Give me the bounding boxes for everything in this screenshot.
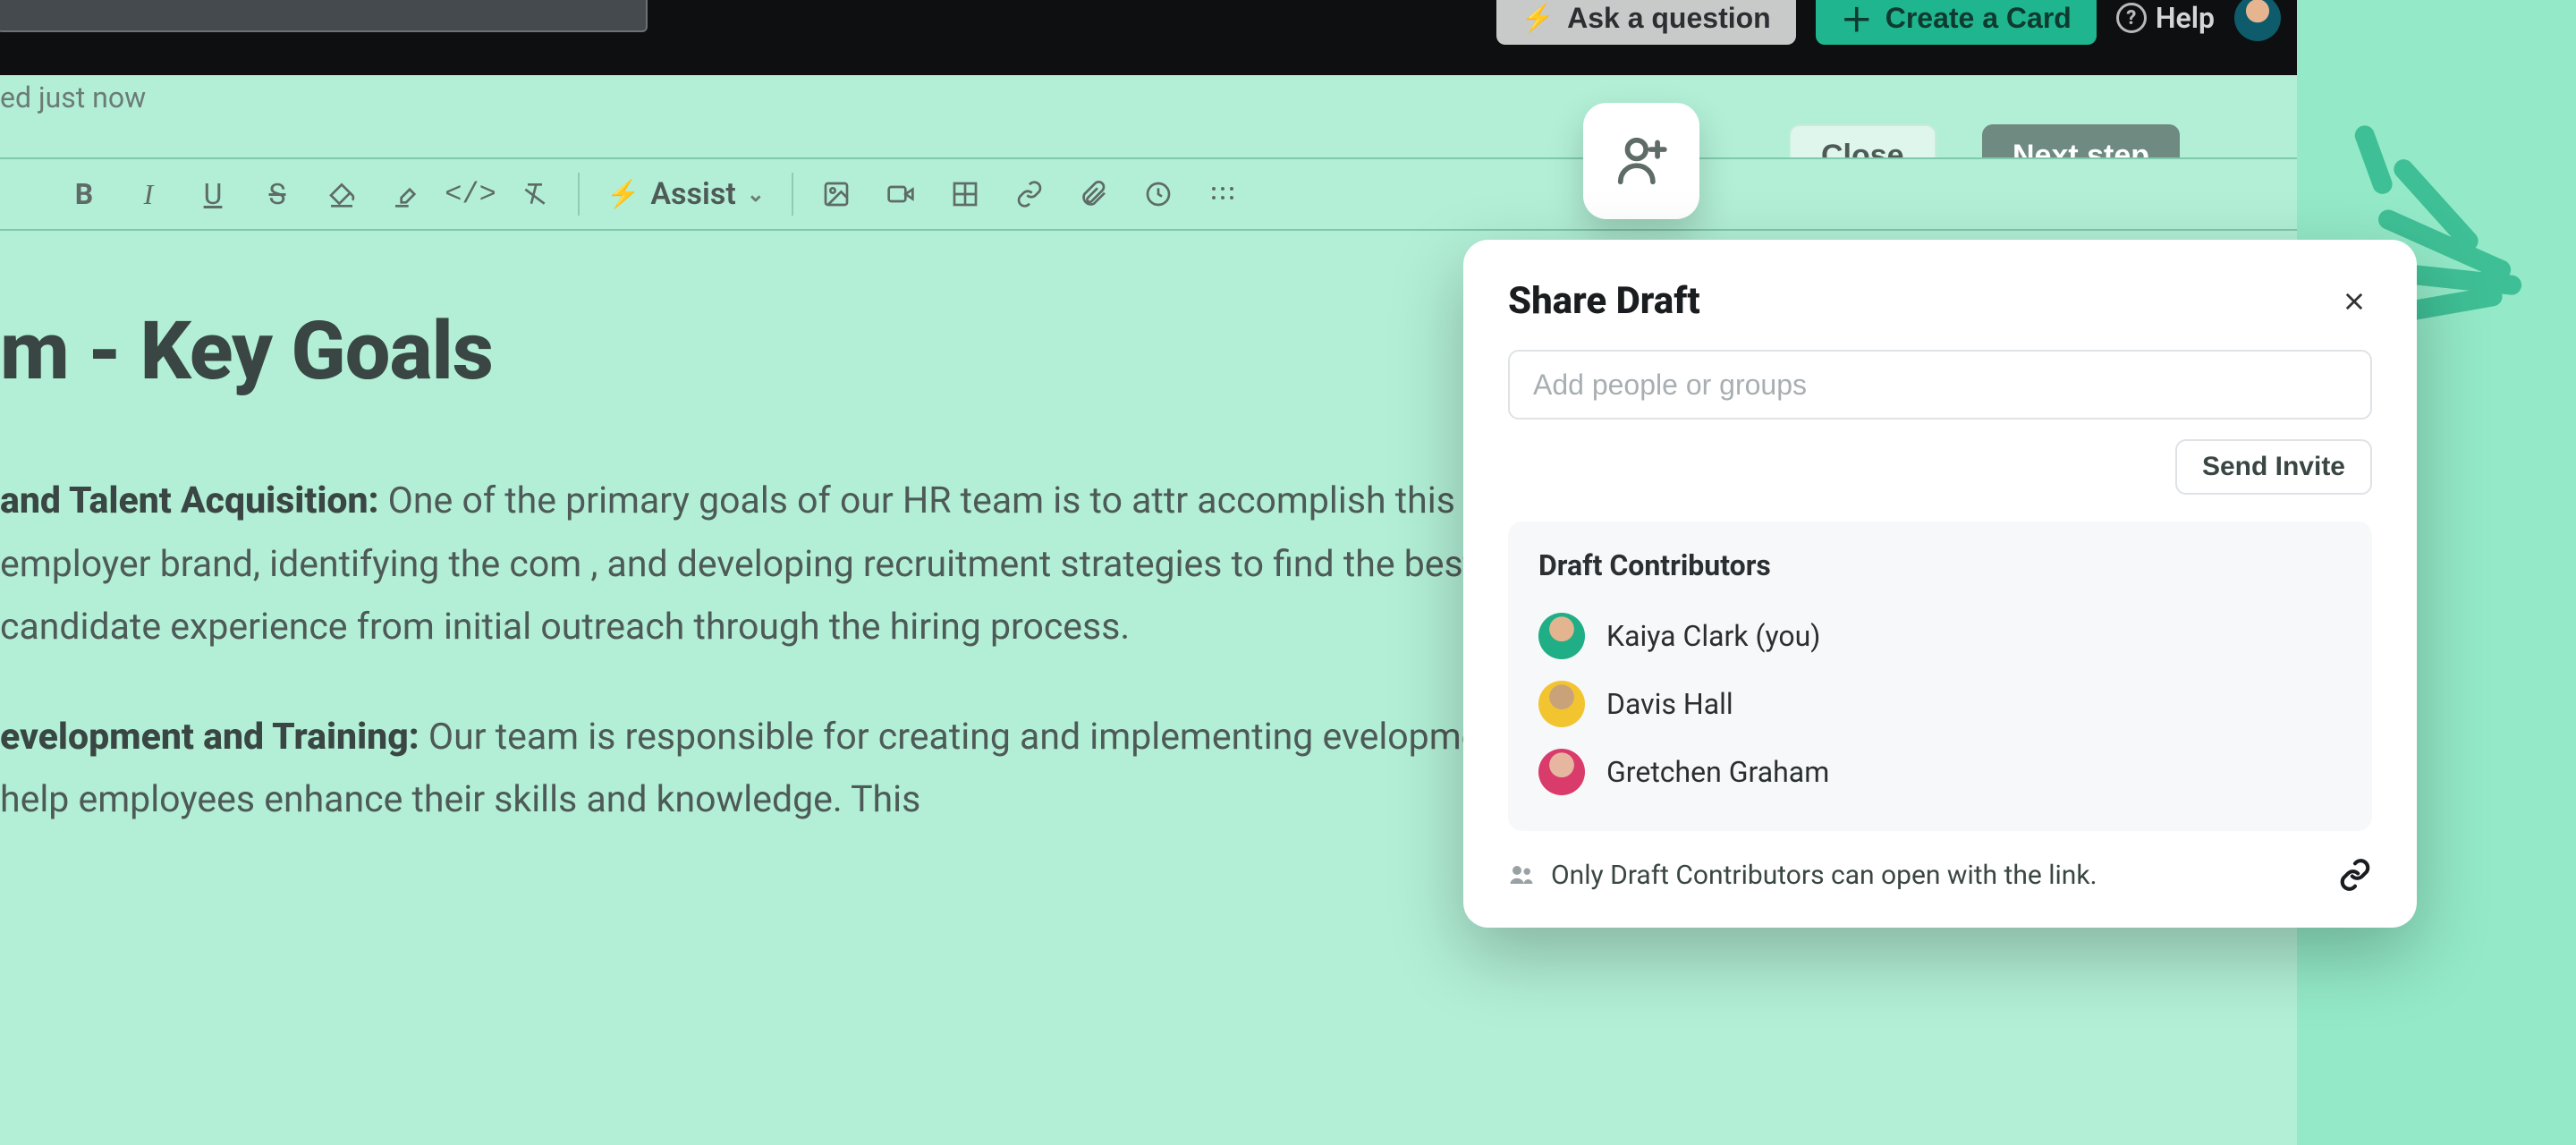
help-icon: ?	[2116, 3, 2147, 33]
image-button[interactable]	[804, 157, 869, 231]
ask-question-button[interactable]: ⚡ Ask a question	[1496, 0, 1796, 45]
attachment-button[interactable]	[1062, 157, 1126, 231]
italic-button[interactable]: I	[116, 157, 181, 231]
clear-format-button[interactable]	[503, 157, 567, 231]
avatar	[1538, 749, 1585, 795]
create-card-button[interactable]: ＋ Create a Card	[1816, 0, 2097, 45]
avatar	[1538, 681, 1585, 727]
share-draft-popover: Share Draft Send Invite Draft Contributo…	[1463, 240, 2417, 928]
help-label: Help	[2156, 1, 2215, 35]
bolt-icon: ⚡	[1521, 3, 1555, 34]
video-button[interactable]	[869, 157, 933, 231]
send-invite-label: Send Invite	[2202, 452, 2345, 481]
link-permissions-row: Only Draft Contributors can open with th…	[1508, 858, 2372, 892]
contributor-row[interactable]: Kaiya Clark (you)	[1538, 602, 2342, 670]
avatar	[1538, 613, 1585, 659]
global-search-input[interactable]	[0, 0, 648, 32]
chevron-down-icon: ⌄	[747, 182, 765, 207]
top-bar: ⚡ Ask a question ＋ Create a Card ? Help	[0, 0, 2297, 75]
user-avatar[interactable]	[2234, 0, 2281, 41]
contributors-section: Draft Contributors Kaiya Clark (you) Dav…	[1508, 522, 2372, 831]
embed-button[interactable]	[1126, 157, 1191, 231]
p2-strong: evelopment and Training:	[0, 716, 419, 759]
topbar-actions: ⚡ Ask a question ＋ Create a Card ? Help	[1496, 0, 2281, 45]
link-button[interactable]	[997, 157, 1062, 231]
contributor-name: Davis Hall	[1606, 687, 1733, 721]
contributor-name: Gretchen Graham	[1606, 755, 1829, 789]
code-button[interactable]: </>	[438, 157, 503, 231]
save-status: ed just now	[0, 81, 146, 114]
link-icon	[2338, 858, 2372, 892]
contributor-name: Kaiya Clark (you)	[1606, 619, 1820, 653]
copy-link-button[interactable]	[2338, 858, 2372, 892]
person-add-icon	[1614, 133, 1669, 189]
link-permission-text: Only Draft Contributors can open with th…	[1551, 860, 2097, 891]
ask-question-label: Ask a question	[1567, 2, 1771, 35]
fill-color-button[interactable]	[309, 157, 374, 231]
help-link[interactable]: ? Help	[2116, 1, 2215, 35]
contributors-title: Draft Contributors	[1538, 548, 2342, 582]
assist-label: Assist	[650, 176, 735, 212]
more-button[interactable]	[1191, 157, 1255, 231]
contributor-row[interactable]: Davis Hall	[1538, 670, 2342, 738]
table-button[interactable]	[933, 157, 997, 231]
bolt-icon: ⚡	[606, 179, 640, 210]
close-popover-button[interactable]	[2336, 284, 2372, 319]
send-invite-button[interactable]: Send Invite	[2175, 439, 2372, 495]
highlight-button[interactable]	[374, 157, 438, 231]
underline-button[interactable]: U	[181, 157, 245, 231]
bold-button[interactable]: B	[52, 157, 116, 231]
assist-button[interactable]: ⚡ Assist ⌄	[590, 157, 781, 231]
people-icon	[1508, 861, 1535, 888]
add-people-input[interactable]	[1508, 350, 2372, 420]
share-title: Share Draft	[1508, 279, 1700, 323]
p1-strong: and Talent Acquisition:	[0, 479, 379, 522]
contributor-row[interactable]: Gretchen Graham	[1538, 738, 2342, 806]
plus-icon: ＋	[1841, 0, 1873, 41]
create-card-label: Create a Card	[1885, 2, 2072, 35]
strikethrough-button[interactable]: S	[245, 157, 309, 231]
formatting-toolbar: B I U S </> ⚡ Assist ⌄	[0, 157, 2297, 231]
close-icon	[2342, 289, 2367, 314]
share-draft-trigger[interactable]	[1583, 103, 1699, 219]
